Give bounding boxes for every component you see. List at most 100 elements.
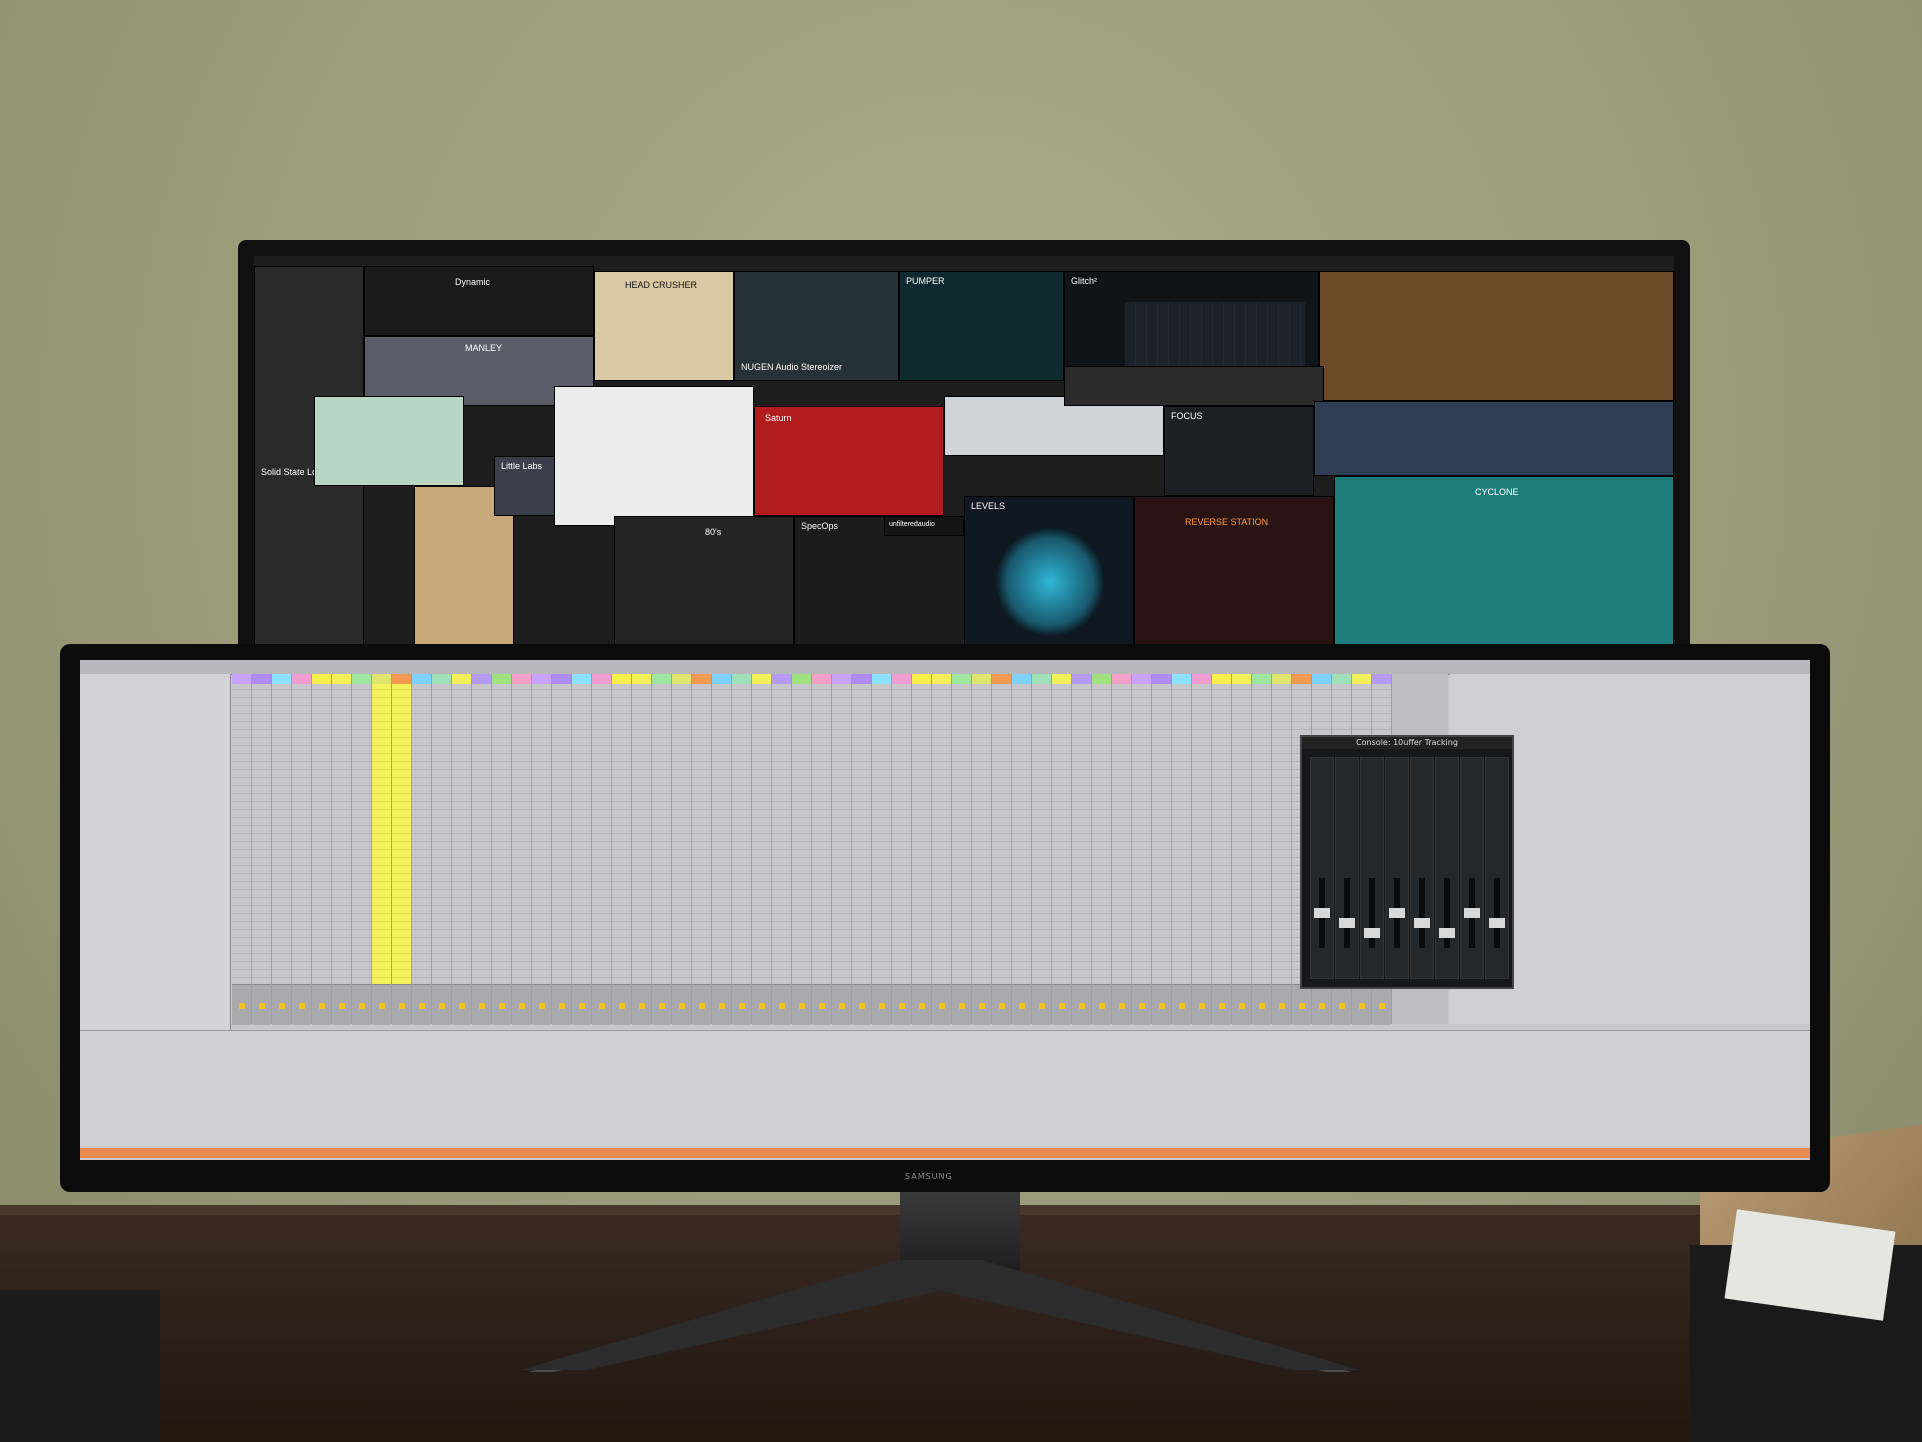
- mixer-strip[interactable]: [512, 984, 531, 1025]
- track-activator[interactable]: [919, 1003, 925, 1009]
- mixer-strip[interactable]: [372, 984, 391, 1025]
- mixer-strip[interactable]: [532, 984, 551, 1025]
- track-activator[interactable]: [1259, 1003, 1265, 1009]
- mixer-strip[interactable]: [1352, 984, 1371, 1025]
- track-activator[interactable]: [1039, 1003, 1045, 1009]
- mixer-strip[interactable]: [1092, 984, 1111, 1025]
- track-column[interactable]: [332, 674, 352, 1025]
- mixer-strip[interactable]: [412, 984, 431, 1025]
- track-header[interactable]: [1112, 674, 1131, 684]
- ua-fader-cap[interactable]: [1489, 918, 1505, 928]
- track-column[interactable]: [852, 674, 872, 1025]
- mixer-strip[interactable]: [232, 984, 251, 1025]
- track-header[interactable]: [852, 674, 871, 684]
- mixer-strip[interactable]: [732, 984, 751, 1025]
- mixer-strip[interactable]: [272, 984, 291, 1025]
- track-activator[interactable]: [1279, 1003, 1285, 1009]
- track-header[interactable]: [992, 674, 1011, 684]
- track-activator[interactable]: [659, 1003, 665, 1009]
- track-column[interactable]: [1112, 674, 1132, 1025]
- track-activator[interactable]: [259, 1003, 265, 1009]
- track-column[interactable]: [992, 674, 1012, 1025]
- mixer-strip[interactable]: [432, 984, 451, 1025]
- track-activator[interactable]: [1179, 1003, 1185, 1009]
- track-column[interactable]: [632, 674, 652, 1025]
- mixer-strip[interactable]: [492, 984, 511, 1025]
- track-activator[interactable]: [1379, 1003, 1385, 1009]
- track-column[interactable]: [472, 674, 492, 1025]
- track-header[interactable]: [1252, 674, 1271, 684]
- track-header[interactable]: [1352, 674, 1371, 684]
- mixer-strip[interactable]: [1252, 984, 1271, 1025]
- track-column[interactable]: [772, 674, 792, 1025]
- track-header[interactable]: [1332, 674, 1351, 684]
- track-header[interactable]: [612, 674, 631, 684]
- track-header[interactable]: [512, 674, 531, 684]
- track-activator[interactable]: [559, 1003, 565, 1009]
- track-activator[interactable]: [599, 1003, 605, 1009]
- mixer-strip[interactable]: [1112, 984, 1131, 1025]
- mixer-strip[interactable]: [1232, 984, 1251, 1025]
- track-header[interactable]: [292, 674, 311, 684]
- mixer-strip[interactable]: [1012, 984, 1031, 1025]
- mixer-strip[interactable]: [572, 984, 591, 1025]
- mixer-strip[interactable]: [552, 984, 571, 1025]
- ua-channel[interactable]: [1360, 757, 1384, 979]
- mixer-strip[interactable]: [1192, 984, 1211, 1025]
- track-column[interactable]: [452, 674, 472, 1025]
- track-column[interactable]: [732, 674, 752, 1025]
- track-header[interactable]: [452, 674, 471, 684]
- track-column[interactable]: [432, 674, 452, 1025]
- track-header[interactable]: [1292, 674, 1311, 684]
- track-header[interactable]: [392, 674, 411, 684]
- track-header[interactable]: [1372, 674, 1391, 684]
- track-activator[interactable]: [879, 1003, 885, 1009]
- track-column[interactable]: [492, 674, 512, 1025]
- track-column[interactable]: [972, 674, 992, 1025]
- track-activator[interactable]: [239, 1003, 245, 1009]
- mixer-strip[interactable]: [872, 984, 891, 1025]
- track-activator[interactable]: [539, 1003, 545, 1009]
- track-header[interactable]: [412, 674, 431, 684]
- track-column[interactable]: [912, 674, 932, 1025]
- mixer-strip[interactable]: [312, 984, 331, 1025]
- track-header[interactable]: [532, 674, 551, 684]
- track-header[interactable]: [352, 674, 371, 684]
- track-activator[interactable]: [959, 1003, 965, 1009]
- track-header[interactable]: [652, 674, 671, 684]
- track-activator[interactable]: [759, 1003, 765, 1009]
- track-column[interactable]: [1232, 674, 1252, 1025]
- track-column[interactable]: [352, 674, 372, 1025]
- mixer-strip[interactable]: [332, 984, 351, 1025]
- track-header[interactable]: [792, 674, 811, 684]
- track-header[interactable]: [772, 674, 791, 684]
- mixer-strip[interactable]: [652, 984, 671, 1025]
- track-activator[interactable]: [1119, 1003, 1125, 1009]
- track-header[interactable]: [492, 674, 511, 684]
- track-activator[interactable]: [399, 1003, 405, 1009]
- track-column[interactable]: [672, 674, 692, 1025]
- track-activator[interactable]: [999, 1003, 1005, 1009]
- track-header[interactable]: [252, 674, 271, 684]
- mixer-strip[interactable]: [1272, 984, 1291, 1025]
- mixer-strip[interactable]: [1052, 984, 1071, 1025]
- track-column[interactable]: [1032, 674, 1052, 1025]
- track-column[interactable]: [812, 674, 832, 1025]
- mixer-strip[interactable]: [832, 984, 851, 1025]
- track-header[interactable]: [1092, 674, 1111, 684]
- mixer-strip[interactable]: [1372, 984, 1391, 1025]
- track-column[interactable]: [1132, 674, 1152, 1025]
- track-column[interactable]: [652, 674, 672, 1025]
- track-column[interactable]: [1152, 674, 1172, 1025]
- track-header[interactable]: [832, 674, 851, 684]
- track-header[interactable]: [332, 674, 351, 684]
- track-activator[interactable]: [499, 1003, 505, 1009]
- mixer-strip[interactable]: [1032, 984, 1051, 1025]
- ua-channel[interactable]: [1310, 757, 1334, 979]
- track-activator[interactable]: [639, 1003, 645, 1009]
- track-header[interactable]: [1132, 674, 1151, 684]
- track-header[interactable]: [752, 674, 771, 684]
- track-column[interactable]: [512, 674, 532, 1025]
- track-header[interactable]: [732, 674, 751, 684]
- mixer-strip[interactable]: [772, 984, 791, 1025]
